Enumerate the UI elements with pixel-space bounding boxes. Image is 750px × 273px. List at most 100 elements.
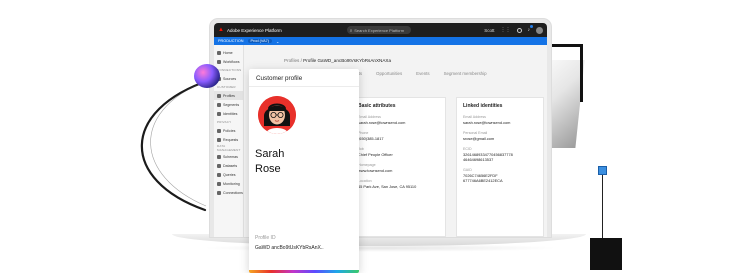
- sandbox-bar: PRODUCTION Prod (VA7) ⌄: [214, 37, 547, 45]
- sidebar-item-label: Requests: [223, 137, 239, 142]
- breadcrumb-current: Profile GaWD_ancBo9tVsKYbRsAnXNAXa: [303, 58, 392, 63]
- breadcrumb-parent[interactable]: Profiles: [284, 58, 299, 63]
- sidebar-item-identities[interactable]: Identities: [214, 109, 243, 118]
- field-value: srose@gmail.com: [463, 136, 495, 141]
- field-value: www.townsend.com: [358, 168, 393, 173]
- datasets-icon: [217, 163, 221, 168]
- policies-icon: [217, 128, 221, 133]
- schemas-icon: [217, 154, 221, 159]
- help-icon[interactable]: [516, 27, 522, 33]
- field-label: Phone: [358, 131, 369, 135]
- sidebar-section-header: CUSTOMER: [217, 85, 236, 89]
- sidebar-item-label: Datasets: [223, 163, 238, 168]
- field-value: 32614689334770456837778 46464698613537: [463, 152, 513, 162]
- queries-icon: [217, 172, 221, 177]
- profile-avatar: [258, 96, 296, 134]
- profile-card-divider: [249, 86, 359, 87]
- workflow-icon: [217, 59, 221, 64]
- notifications-bell-icon[interactable]: ♪: [528, 25, 533, 33]
- sidebar-section-header: DATA MANAGEMENT: [217, 144, 241, 152]
- field-label: Homepage: [358, 163, 376, 167]
- sidebar-item-monitoring[interactable]: Monitoring: [214, 179, 243, 188]
- notification-dot: [530, 25, 533, 28]
- breadcrumb: Profiles / Profile GaWD_ancBo9tVsKYbRsAn…: [284, 58, 391, 63]
- apps-grid-icon[interactable]: ⋮⋮: [501, 27, 511, 33]
- person-illustration-icon: [258, 96, 296, 134]
- profile-name: Sarah Rose: [255, 147, 284, 177]
- sidebar-item-label: Identities: [223, 111, 238, 116]
- sidebar-item-home[interactable]: Home: [214, 48, 243, 57]
- app-title: Adobe Experience Platform: [226, 27, 282, 33]
- sidebar-item-policies[interactable]: Policies: [214, 126, 243, 135]
- sidebar-item-workflows[interactable]: Workflows: [214, 57, 243, 66]
- top-right-controls: Scott ⋮⋮ ♪: [484, 25, 543, 34]
- tab-opportunities[interactable]: Opportunities: [376, 71, 402, 78]
- profiles-icon: [217, 93, 221, 98]
- linked-identities-title: Linked identities: [463, 103, 503, 109]
- top-bar: ▲ Adobe Experience Platform ⌕ Search Exp…: [214, 23, 547, 37]
- profile-card-title: Customer profile: [256, 75, 303, 82]
- basic-attributes-card: Basic attributes Email Address sarah.rose…: [351, 97, 446, 237]
- sidebar-item-connections[interactable]: Connections: [214, 188, 243, 197]
- decor-vertical-line: [602, 175, 603, 239]
- connections-icon: [217, 190, 221, 195]
- home-icon: [217, 50, 221, 55]
- field-label: Email Address: [358, 115, 381, 119]
- field-value: 45 Park Ave, San Jose, CA 95110: [358, 184, 417, 189]
- sidebar-item-label: Home: [223, 50, 233, 55]
- sidebar-item-label: Queries: [223, 172, 236, 177]
- sidebar-item-label: Schemas: [223, 154, 238, 159]
- field-value: Chief People Officer: [358, 152, 393, 157]
- field-label: Email Address: [463, 115, 486, 119]
- tab-events[interactable]: Events: [416, 71, 429, 78]
- field-label: Job: [358, 147, 364, 151]
- decor-blue-square: [598, 166, 607, 175]
- sidebar-item-segments[interactable]: Segments: [214, 100, 243, 109]
- field-label: GAID: [463, 168, 472, 172]
- field-label: ECID: [463, 147, 472, 151]
- sidebar-item-queries[interactable]: Queries: [214, 170, 243, 179]
- search-placeholder: Search Experience Platform: [354, 27, 405, 33]
- profile-id-label: Profile ID: [255, 235, 276, 241]
- hero-illustration: ▲ Adobe Experience Platform ⌕ Search Exp…: [0, 0, 750, 273]
- customer-profile-card: Customer profile Sarah Rose Profile ID G…: [249, 69, 359, 273]
- sidebar-item-schemas[interactable]: Schemas: [214, 152, 243, 161]
- field-value: sarah.rose@townsend.com: [358, 120, 406, 125]
- profile-id-value: GaWD ancBo9tUsKYbRsAnX..: [255, 245, 324, 251]
- basic-attributes-title: Basic attributes: [358, 103, 396, 109]
- linked-identities-card: Linked identities Email Address sarah.ros…: [456, 97, 544, 237]
- sidebar-item-profiles[interactable]: Profiles: [214, 91, 243, 100]
- chevron-down-icon[interactable]: ⌄: [276, 39, 279, 44]
- sidebar-item-label: Profiles: [223, 93, 235, 98]
- sidebar-item-datasets[interactable]: Datasets: [214, 161, 243, 170]
- sidebar-section-header: PRIVACY: [217, 120, 232, 124]
- segments-icon: [217, 102, 221, 107]
- user-avatar[interactable]: [536, 26, 543, 34]
- sidebar-item-requests[interactable]: Requests: [214, 135, 243, 144]
- field-label: Personal Email: [463, 131, 488, 135]
- sidebar-item-label: Policies: [223, 128, 236, 133]
- sidebar-item-label: Monitoring: [223, 181, 240, 186]
- field-value: (650)385-1817: [358, 136, 384, 141]
- decor-gradient-orb: [194, 64, 220, 88]
- requests-icon: [217, 137, 221, 142]
- identities-icon: [217, 111, 221, 116]
- field-value: sarah.rose@townsend.com: [463, 120, 511, 125]
- tab-segment-membership[interactable]: Segment membership: [444, 71, 487, 78]
- user-name[interactable]: Scott: [484, 28, 494, 33]
- sidebar-item-label: Segments: [223, 102, 240, 107]
- search-input[interactable]: ⌕ Search Experience Platform: [346, 26, 411, 34]
- adobe-logo-icon[interactable]: ▲: [218, 27, 224, 33]
- sidebar-item-label: Connections: [223, 190, 243, 195]
- sandbox-switcher[interactable]: Prod (VA7): [247, 39, 273, 43]
- profile-first-name: Sarah: [255, 148, 285, 160]
- sidebar-item-label: Workflows: [223, 59, 240, 64]
- linked-identities-fields: Email Address sarah.rose@townsend.com Pers…: [463, 115, 537, 183]
- decor-black-block: [590, 238, 622, 270]
- basic-attributes-fields: Email Address sarah.rose@townsend.com Phon…: [358, 115, 439, 189]
- field-label: Location: [358, 179, 372, 183]
- profile-last-name: Rose: [255, 163, 281, 175]
- search-icon: ⌕: [349, 27, 353, 33]
- monitoring-icon: [217, 181, 221, 186]
- sidebar-item-label: Sources: [223, 76, 237, 81]
